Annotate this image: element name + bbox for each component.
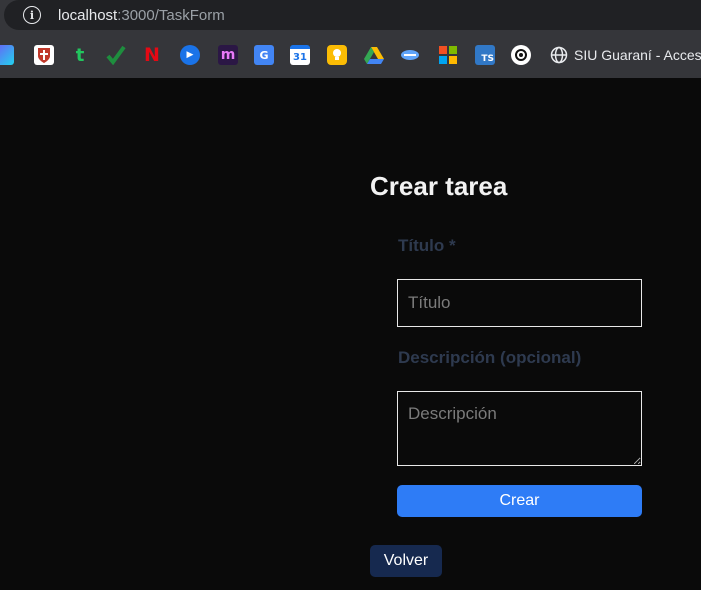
google-drive-icon[interactable]: [364, 45, 384, 65]
url-text[interactable]: localhost:3000/TaskForm: [58, 7, 225, 24]
crear-button[interactable]: Crear: [397, 485, 642, 517]
openai-icon[interactable]: [511, 45, 531, 65]
descripcion-textarea[interactable]: [397, 391, 642, 466]
copilot-icon[interactable]: [0, 45, 14, 65]
titulo-input[interactable]: [397, 279, 642, 327]
page-content: Crear tarea Título * Descripción (opcion…: [0, 78, 701, 590]
netflix-icon[interactable]: N: [142, 44, 162, 66]
descripcion-label: Descripción (opcional): [398, 348, 582, 367]
bookmarks-bar: t N ▶ m G 31 TS SIU Guaraní - Acceso: [0, 42, 701, 70]
address-bar[interactable]: i localhost:3000/TaskForm: [4, 0, 701, 30]
google-keep-icon[interactable]: [327, 45, 347, 65]
m-icon[interactable]: m: [218, 45, 238, 65]
globe-icon[interactable]: [549, 45, 569, 65]
volver-button[interactable]: Volver: [370, 545, 442, 577]
bookmark-siu-guarani[interactable]: SIU Guaraní - Acceso: [574, 45, 701, 65]
university-shield-icon[interactable]: [34, 45, 54, 65]
checkmark-icon[interactable]: [106, 45, 126, 65]
microsoft-icon[interactable]: [438, 45, 458, 65]
typescript-icon[interactable]: TS: [475, 45, 495, 65]
page-title: Crear tarea: [370, 171, 508, 201]
play-icon[interactable]: ▶: [180, 45, 200, 65]
google-calendar-icon[interactable]: 31: [290, 45, 310, 65]
handshake-icon[interactable]: [400, 45, 420, 65]
t-icon[interactable]: t: [70, 45, 90, 66]
google-translate-icon[interactable]: G: [254, 45, 274, 65]
browser-chrome: i localhost:3000/TaskForm t N ▶ m G 31 T…: [0, 0, 701, 78]
titulo-label: Título *: [398, 236, 456, 255]
site-info-icon[interactable]: i: [23, 6, 41, 24]
